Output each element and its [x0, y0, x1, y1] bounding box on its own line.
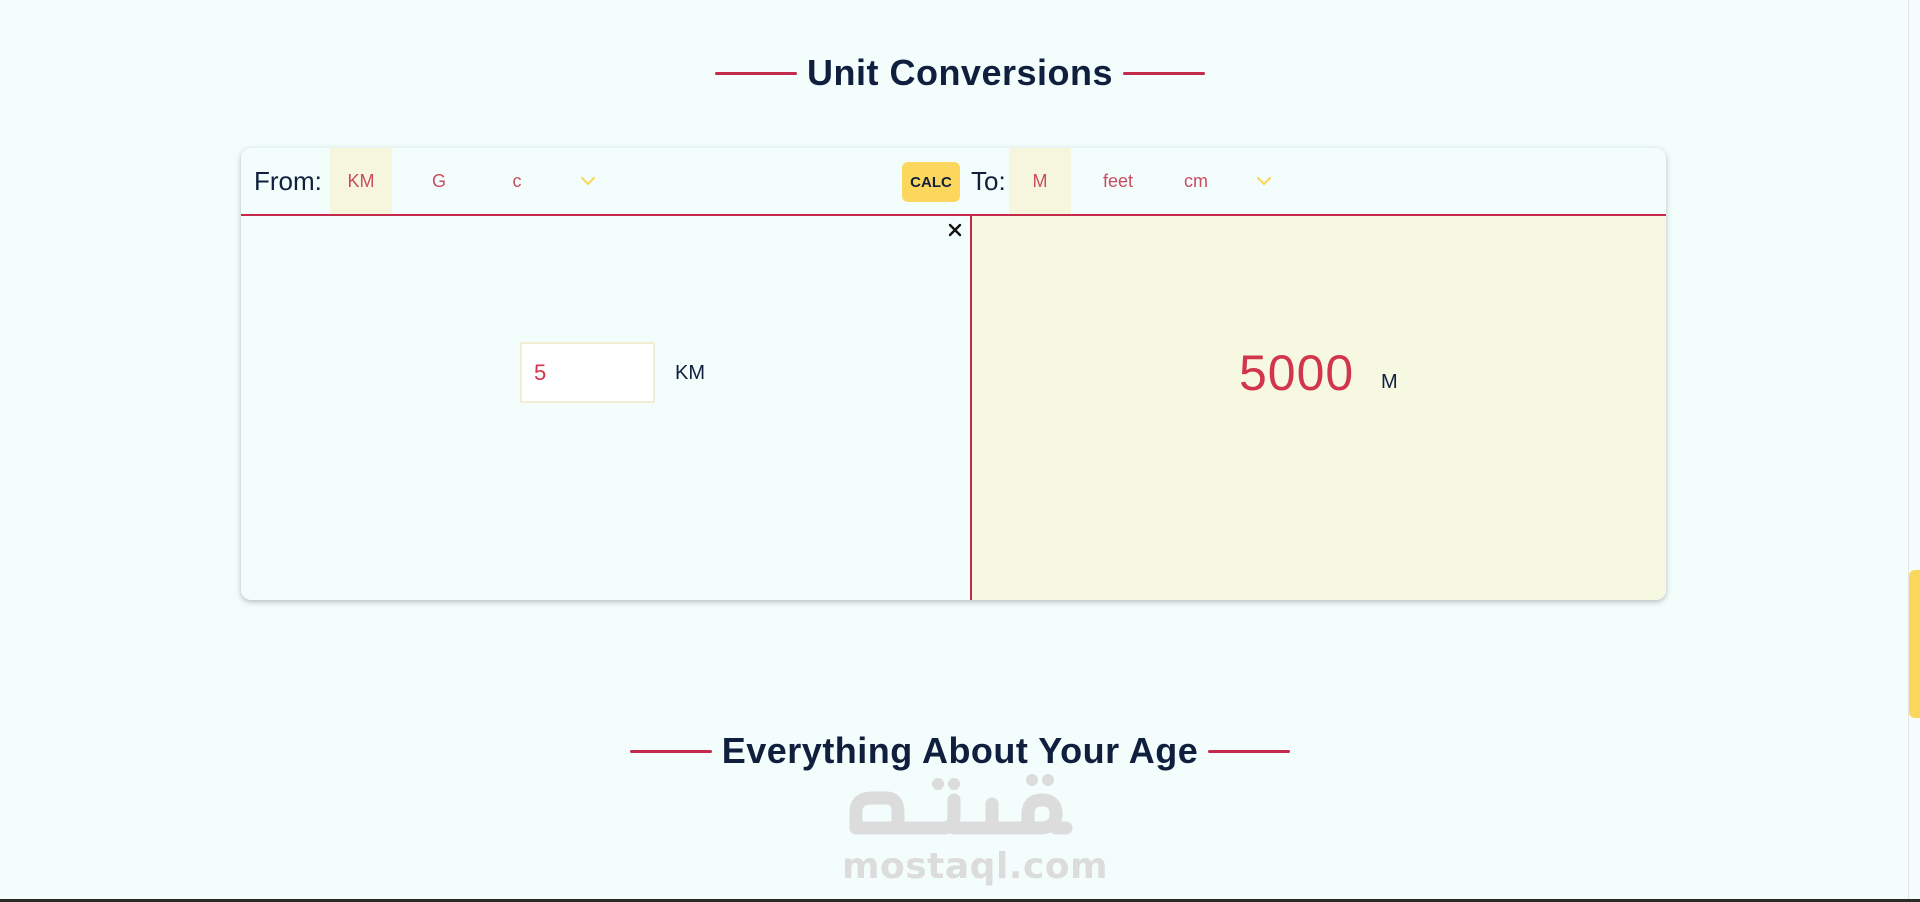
mostaql-watermark-logo: mostaql.com: [842, 768, 1108, 887]
from-unit-option-km[interactable]: KM: [330, 148, 392, 214]
calc-button[interactable]: CALC: [902, 162, 960, 202]
from-dropdown-chevron-down-icon[interactable]: [577, 170, 599, 192]
close-icon[interactable]: [945, 220, 965, 240]
heading-line-left: [629, 749, 712, 753]
page-scrollbar[interactable]: [1908, 0, 1920, 902]
from-label: From:: [254, 166, 322, 196]
page-title: Unit Conversions: [806, 52, 1114, 93]
unit-conversions-heading: Unit Conversions: [0, 52, 1920, 94]
mostaql-logo-mark-icon: [849, 774, 1073, 835]
input-pane: KM: [241, 216, 970, 600]
from-unit-option-c[interactable]: c: [486, 148, 548, 214]
result-pane: 5000 M: [972, 216, 1666, 600]
to-dropdown-chevron-down-icon[interactable]: [1253, 170, 1275, 192]
result-unit-label: M: [1381, 371, 1398, 393]
heading-line-right: [1208, 749, 1291, 753]
unit-selector-bar: From: KM G c CALC To: M feet cm: [241, 148, 1666, 216]
section-title: Everything About Your Age: [721, 730, 1199, 771]
to-unit-option-cm[interactable]: cm: [1165, 148, 1227, 214]
scrollbar-thumb[interactable]: [1909, 570, 1920, 718]
value-input[interactable]: [520, 342, 655, 403]
input-unit-label: KM: [675, 362, 705, 384]
age-section-heading: Everything About Your Age: [0, 730, 1920, 772]
result-value: 5000: [1239, 345, 1355, 401]
heading-line-right: [1123, 71, 1206, 75]
converter-card: From: KM G c CALC To: M feet cm KM 5000 …: [241, 148, 1666, 600]
watermark-text: mostaql.com: [842, 846, 1109, 887]
to-unit-option-m[interactable]: M: [1009, 148, 1071, 214]
to-unit-option-feet[interactable]: feet: [1087, 148, 1149, 214]
from-unit-option-g[interactable]: G: [408, 148, 470, 214]
to-label: To:: [971, 166, 1006, 196]
heading-line-left: [714, 71, 797, 75]
